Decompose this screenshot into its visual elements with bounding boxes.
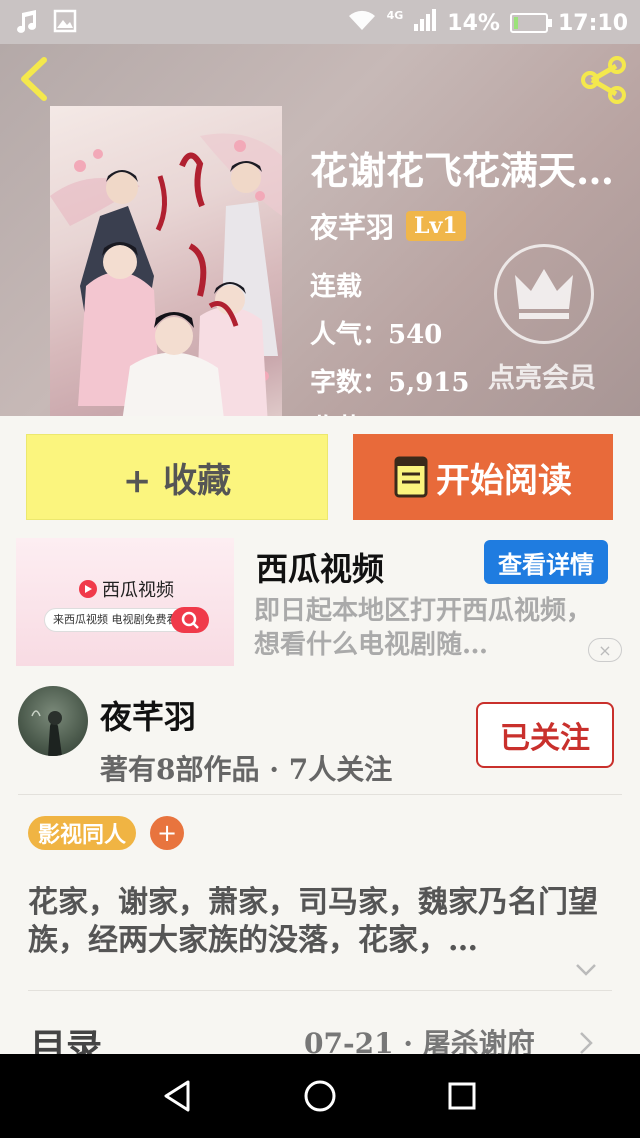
clock: 17:10 <box>557 10 628 36</box>
status-bar: 4G 14% 17:10 <box>0 0 640 44</box>
square-recents-icon <box>448 1082 476 1110</box>
follow-button[interactable]: 已关注 <box>476 702 614 768</box>
ad-close-button[interactable]: × <box>588 638 622 662</box>
word-count: 字数：5,915 <box>310 368 470 398</box>
image-icon <box>52 8 78 34</box>
book-icon <box>394 456 428 498</box>
serial-status: 连载 <box>310 272 363 302</box>
nav-recents-button[interactable] <box>442 1076 482 1116</box>
vip-label[interactable]: 点亮会员 <box>488 356 596 395</box>
chevron-right-icon[interactable] <box>578 1030 594 1056</box>
author-section-name[interactable]: 夜芊羽 <box>100 692 196 738</box>
start-reading-button[interactable]: 开始阅读 <box>353 434 613 520</box>
nav-home-button[interactable] <box>300 1076 340 1116</box>
battery-percent: 14% <box>447 10 500 36</box>
avatar-image <box>31 710 62 756</box>
divider <box>28 990 612 991</box>
back-button[interactable] <box>14 54 54 104</box>
book-title: 花谢花飞花满天… <box>310 148 615 193</box>
network-label: 4G <box>386 8 404 22</box>
ad-image[interactable]: 西瓜视频 来西瓜视频 电视剧免费看 <box>16 538 234 666</box>
popularity: 人气：540 <box>310 320 443 350</box>
battery-icon <box>509 13 552 33</box>
crown-icon <box>515 269 573 319</box>
system-nav-bar <box>0 1054 640 1138</box>
vip-button[interactable] <box>494 244 594 344</box>
battery-fill <box>513 17 518 29</box>
ad-detail-button[interactable]: 查看详情 <box>484 540 608 584</box>
music-icon <box>14 8 40 34</box>
start-reading-label: 开始阅读 <box>436 460 572 501</box>
chevron-left-icon <box>21 57 47 101</box>
ad-title[interactable]: 西瓜视频 <box>256 544 384 590</box>
synopsis[interactable]: 花家，谢家，萧家，司马家，魏家乃名门望族，经两大家族的没落，花家，… <box>28 884 598 960</box>
ad-description[interactable]: 即日起本地区打开西瓜视频，想看什么电视剧随… <box>254 594 594 662</box>
collect-button[interactable]: + 收藏 <box>26 434 328 520</box>
author-stats: 著有8部作品 · 7人关注 <box>100 753 393 786</box>
xigua-logo-icon <box>79 580 97 598</box>
book-cover[interactable] <box>50 106 282 416</box>
chevron-down-icon[interactable] <box>574 962 598 978</box>
tag-item[interactable]: 影视同人 <box>28 816 137 850</box>
nav-back-button[interactable] <box>158 1076 198 1116</box>
wifi-icon <box>347 8 377 38</box>
share-icon <box>581 56 626 104</box>
author-name[interactable]: 夜芊羽 <box>310 206 394 246</box>
signal-icon <box>413 8 437 38</box>
ad-search-text: 来西瓜视频 电视剧免费看 <box>53 613 178 626</box>
cover-artwork <box>50 133 282 416</box>
book-header: 花谢花飞花满天… 夜芊羽 Lv1 连载 人气：540 字数：5,915 收藏：1… <box>0 44 640 416</box>
triangle-back-icon <box>164 1080 190 1112</box>
ad-logo-text: 西瓜视频 <box>102 580 174 601</box>
divider <box>18 794 622 795</box>
add-tag-button[interactable]: + <box>150 816 184 850</box>
ad-search-bar: 来西瓜视频 电视剧免费看 <box>44 607 209 633</box>
author-avatar[interactable] <box>18 686 88 756</box>
collect-count: 收藏：14 <box>310 408 424 416</box>
search-icon <box>171 607 209 633</box>
circle-home-icon <box>304 1080 336 1112</box>
share-button[interactable] <box>578 54 630 106</box>
author-row: 夜芊羽 Lv1 <box>310 206 466 246</box>
ad-logo: 西瓜视频 <box>78 576 174 602</box>
level-badge: Lv1 <box>406 211 466 241</box>
